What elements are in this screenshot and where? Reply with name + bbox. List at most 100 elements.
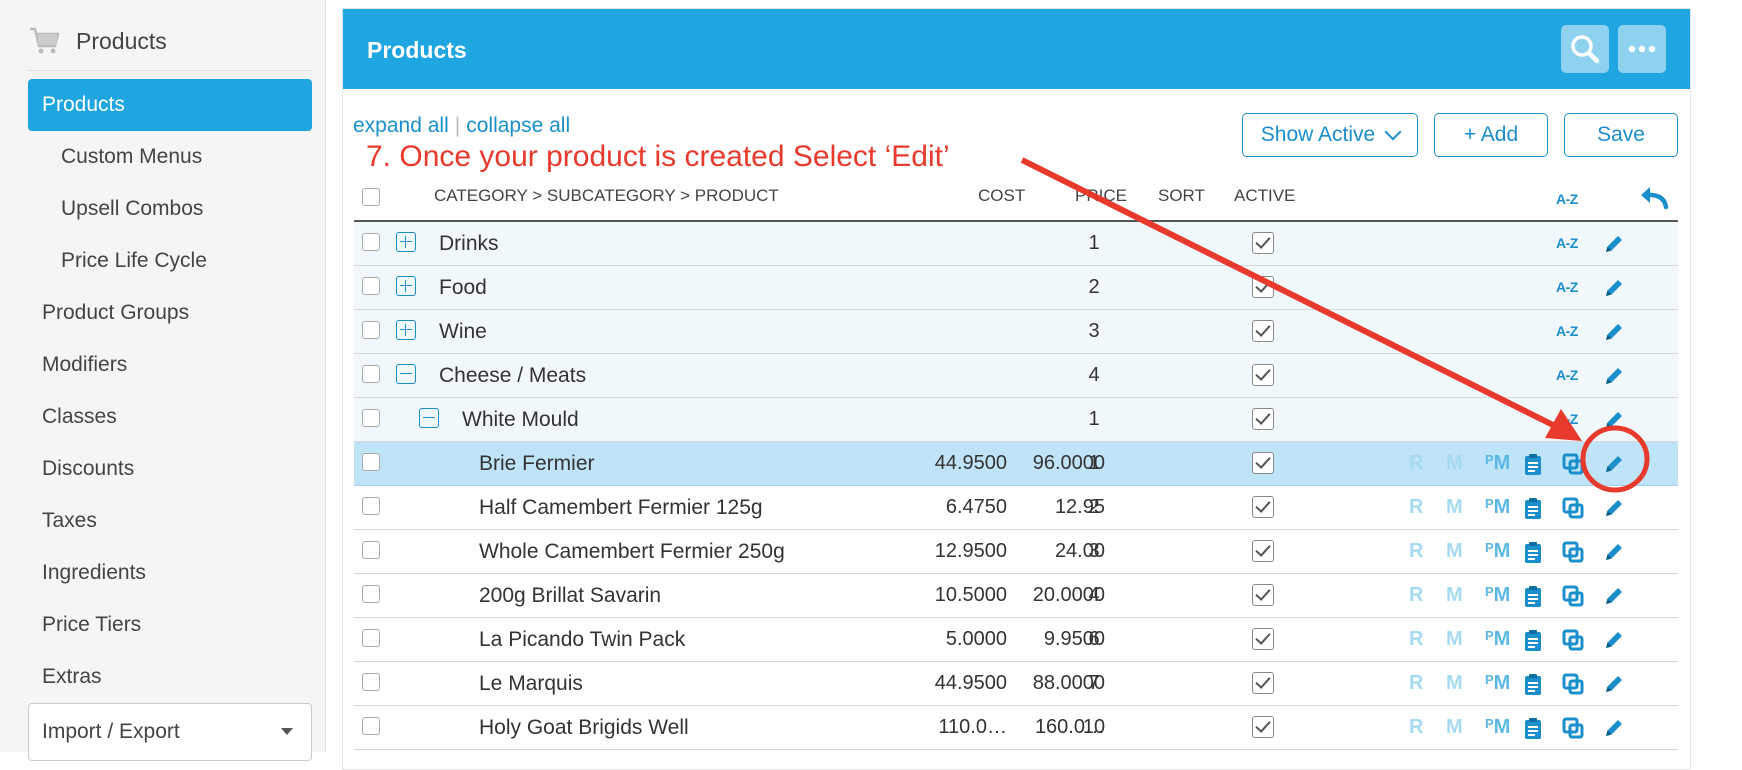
- duplicate-icon[interactable]: [1561, 452, 1585, 476]
- r-action-button[interactable]: R: [1409, 584, 1423, 607]
- price-matrix-button[interactable]: PM: [1485, 672, 1510, 695]
- r-action-button[interactable]: R: [1409, 716, 1423, 739]
- edit-pencil-icon[interactable]: [1602, 452, 1626, 476]
- edit-pencil-icon[interactable]: [1602, 364, 1626, 388]
- r-action-button[interactable]: R: [1409, 672, 1423, 695]
- row-checkbox[interactable]: [362, 629, 380, 647]
- row-checkbox[interactable]: [362, 717, 380, 735]
- row-checkbox[interactable]: [362, 585, 380, 603]
- active-checkbox[interactable]: [1252, 452, 1274, 474]
- active-checkbox[interactable]: [1252, 628, 1274, 650]
- edit-pencil-icon[interactable]: [1602, 408, 1626, 432]
- row-checkbox[interactable]: [362, 277, 380, 295]
- active-checkbox[interactable]: [1252, 672, 1274, 694]
- sort-az-button[interactable]: A-Z: [1556, 279, 1578, 295]
- edit-pencil-icon[interactable]: [1602, 232, 1626, 256]
- row-checkbox[interactable]: [362, 365, 380, 383]
- table-row[interactable]: Holy Goat Brigids Well 110.0… 160.0… 10 R M PM: [354, 706, 1678, 750]
- clipboard-icon[interactable]: [1521, 716, 1545, 740]
- m-action-button[interactable]: M: [1446, 452, 1463, 475]
- sidebar-item[interactable]: Classes: [28, 391, 312, 443]
- collapse-all-link[interactable]: collapse all: [466, 114, 570, 137]
- table-row[interactable]: Brie Fermier 44.9500 96.0000 1 R M PM: [354, 442, 1678, 486]
- more-options-button[interactable]: [1618, 25, 1666, 73]
- undo-icon[interactable]: [1638, 184, 1670, 210]
- edit-pencil-icon[interactable]: [1602, 276, 1626, 300]
- sort-az-button[interactable]: A-Z: [1556, 411, 1578, 427]
- clipboard-icon[interactable]: [1521, 584, 1545, 608]
- row-checkbox[interactable]: [362, 321, 380, 339]
- active-checkbox[interactable]: [1252, 364, 1274, 386]
- duplicate-icon[interactable]: [1561, 496, 1585, 520]
- expand-all-link[interactable]: expand all: [353, 114, 449, 137]
- active-checkbox[interactable]: [1252, 716, 1274, 738]
- active-checkbox[interactable]: [1252, 320, 1274, 342]
- active-checkbox[interactable]: [1252, 584, 1274, 606]
- row-checkbox[interactable]: [362, 541, 380, 559]
- show-active-dropdown[interactable]: Show Active: [1242, 113, 1418, 157]
- clipboard-icon[interactable]: [1521, 496, 1545, 520]
- edit-pencil-icon[interactable]: [1602, 584, 1626, 608]
- edit-pencil-icon[interactable]: [1602, 716, 1626, 740]
- sidebar-item[interactable]: Upsell Combos: [28, 183, 312, 235]
- sort-az-all-button[interactable]: A-Z: [1556, 191, 1578, 207]
- r-action-button[interactable]: R: [1409, 540, 1423, 563]
- collapse-icon[interactable]: [396, 364, 416, 384]
- price-matrix-button[interactable]: PM: [1485, 584, 1510, 607]
- r-action-button[interactable]: R: [1409, 496, 1423, 519]
- sidebar-item[interactable]: Products: [28, 79, 312, 131]
- duplicate-icon[interactable]: [1561, 628, 1585, 652]
- m-action-button[interactable]: M: [1446, 716, 1463, 739]
- row-checkbox[interactable]: [362, 673, 380, 691]
- sidebar-item[interactable]: Price Life Cycle: [28, 235, 312, 287]
- table-row[interactable]: Food 2 A-Z: [354, 266, 1678, 310]
- table-row[interactable]: Drinks 1 A-Z: [354, 222, 1678, 266]
- m-action-button[interactable]: M: [1446, 540, 1463, 563]
- price-matrix-button[interactable]: PM: [1485, 716, 1510, 739]
- table-row[interactable]: La Picando Twin Pack 5.0000 9.9500 6 R M PM: [354, 618, 1678, 662]
- row-checkbox[interactable]: [362, 409, 380, 427]
- table-row[interactable]: White Mould 1 A-Z: [354, 398, 1678, 442]
- table-row[interactable]: Whole Camembert Fermier 250g 12.9500 24.00…: [354, 530, 1678, 574]
- import-export-dropdown[interactable]: Import / Export: [28, 703, 312, 761]
- sidebar-item[interactable]: Discounts: [28, 443, 312, 495]
- active-checkbox[interactable]: [1252, 276, 1274, 298]
- sort-az-button[interactable]: A-Z: [1556, 323, 1578, 339]
- duplicate-icon[interactable]: [1561, 672, 1585, 696]
- sidebar-item[interactable]: Ingredients: [28, 547, 312, 599]
- collapse-icon[interactable]: [419, 408, 439, 428]
- row-checkbox[interactable]: [362, 497, 380, 515]
- edit-pencil-icon[interactable]: [1602, 628, 1626, 652]
- active-checkbox[interactable]: [1252, 408, 1274, 430]
- sidebar-item[interactable]: Price Tiers: [28, 599, 312, 651]
- expand-icon[interactable]: [396, 320, 416, 340]
- m-action-button[interactable]: M: [1446, 584, 1463, 607]
- price-matrix-button[interactable]: PM: [1485, 628, 1510, 651]
- sidebar-item[interactable]: Taxes: [28, 495, 312, 547]
- sidebar-item[interactable]: Custom Menus: [28, 131, 312, 183]
- edit-pencil-icon[interactable]: [1602, 540, 1626, 564]
- sidebar-item[interactable]: Extras: [28, 651, 312, 703]
- edit-pencil-icon[interactable]: [1602, 320, 1626, 344]
- duplicate-icon[interactable]: [1561, 716, 1585, 740]
- clipboard-icon[interactable]: [1521, 540, 1545, 564]
- duplicate-icon[interactable]: [1561, 584, 1585, 608]
- table-row[interactable]: 200g Brillat Savarin 10.5000 20.0000 4 R M PM: [354, 574, 1678, 618]
- price-matrix-button[interactable]: PM: [1485, 496, 1510, 519]
- add-button[interactable]: + Add: [1434, 113, 1548, 157]
- price-matrix-button[interactable]: PM: [1485, 540, 1510, 563]
- price-matrix-button[interactable]: PM: [1485, 452, 1510, 475]
- row-checkbox[interactable]: [362, 233, 380, 251]
- clipboard-icon[interactable]: [1521, 452, 1545, 476]
- duplicate-icon[interactable]: [1561, 540, 1585, 564]
- table-row[interactable]: Wine 3 A-Z: [354, 310, 1678, 354]
- active-checkbox[interactable]: [1252, 232, 1274, 254]
- clipboard-icon[interactable]: [1521, 672, 1545, 696]
- select-all-checkbox[interactable]: [362, 188, 380, 206]
- search-button[interactable]: [1561, 25, 1609, 73]
- m-action-button[interactable]: M: [1446, 496, 1463, 519]
- r-action-button[interactable]: R: [1409, 452, 1423, 475]
- m-action-button[interactable]: M: [1446, 628, 1463, 651]
- row-checkbox[interactable]: [362, 453, 380, 471]
- sidebar-item[interactable]: Modifiers: [28, 339, 312, 391]
